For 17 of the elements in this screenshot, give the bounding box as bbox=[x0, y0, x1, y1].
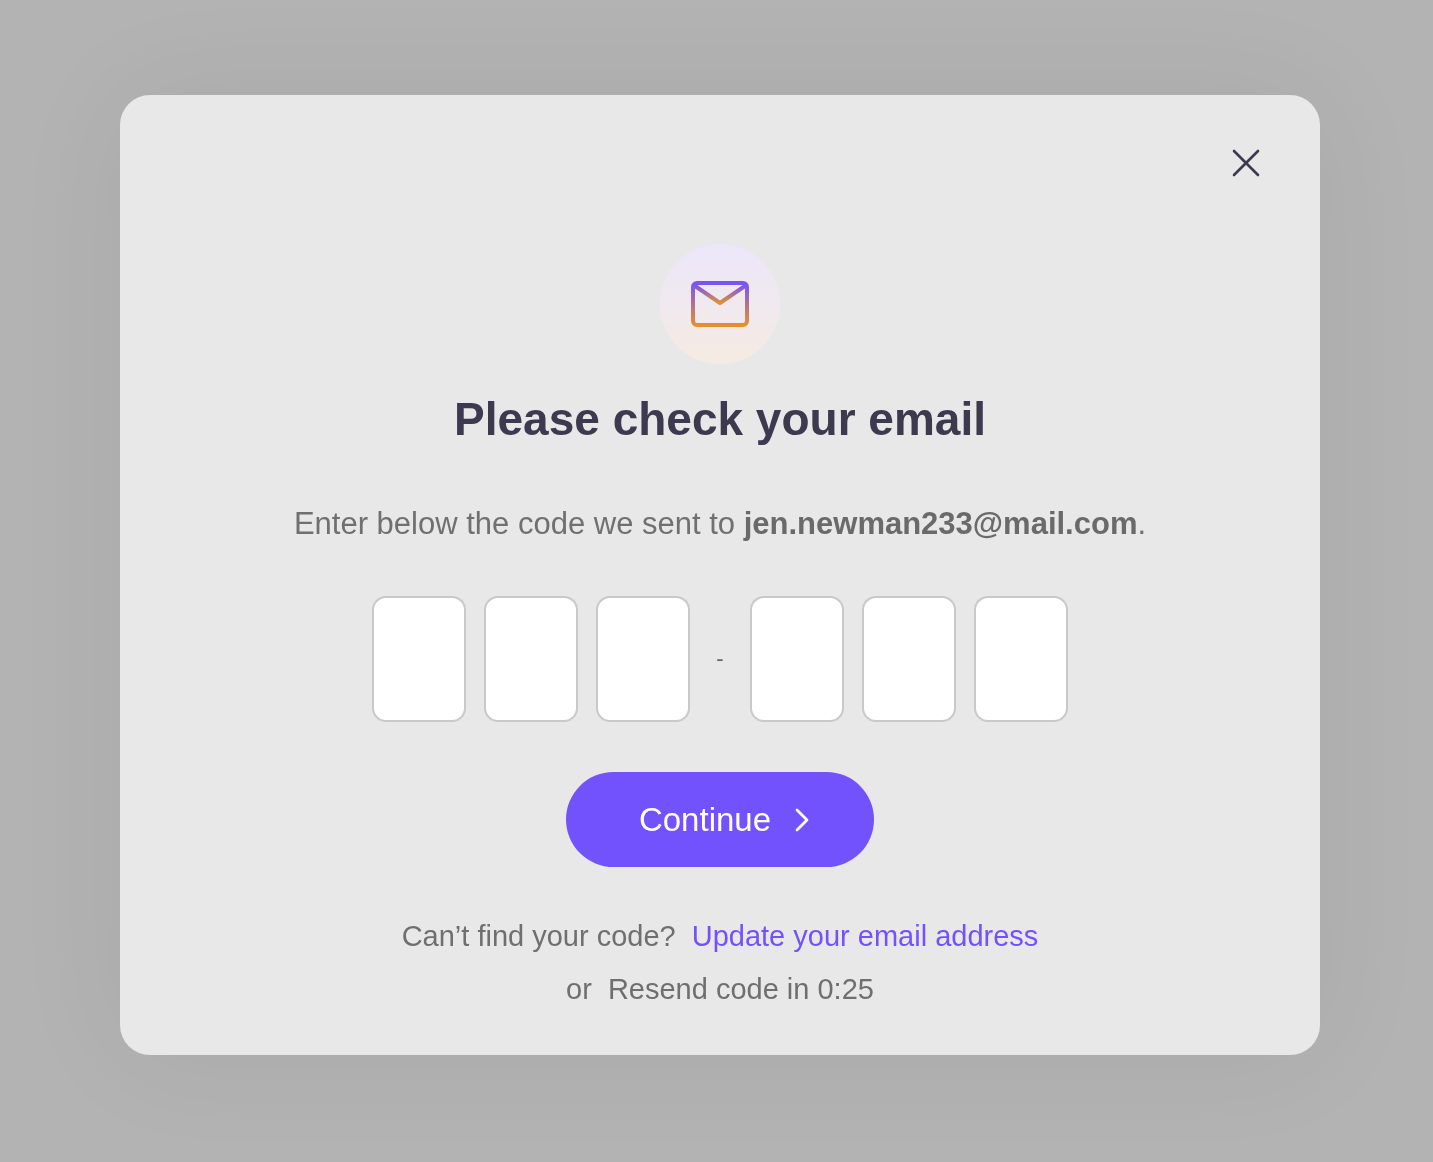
update-email-link[interactable]: Update your email address bbox=[691, 916, 1039, 956]
instruction-text: Enter below the code we sent to jen.newman233@mail.com. bbox=[293, 505, 1147, 543]
code-digit-field[interactable] bbox=[862, 596, 956, 722]
code-digit-field[interactable] bbox=[596, 596, 690, 722]
code-digit-field[interactable] bbox=[974, 596, 1068, 722]
help-text: Can’t find your code? bbox=[401, 919, 676, 954]
code-digit-field[interactable] bbox=[372, 596, 466, 722]
close-icon bbox=[1232, 149, 1260, 177]
code-digit-field[interactable] bbox=[750, 596, 844, 722]
or-text: or bbox=[566, 972, 592, 1007]
continue-button[interactable]: Continue bbox=[566, 772, 874, 867]
chevron-right-icon bbox=[795, 807, 810, 832]
envelope-icon bbox=[691, 281, 749, 327]
code-separator: - bbox=[715, 646, 725, 672]
resend-timer-text: Resend code in 0:25 bbox=[607, 972, 874, 1007]
dialog-title: Please check your email bbox=[454, 392, 986, 447]
code-digit-field[interactable] bbox=[484, 596, 578, 722]
